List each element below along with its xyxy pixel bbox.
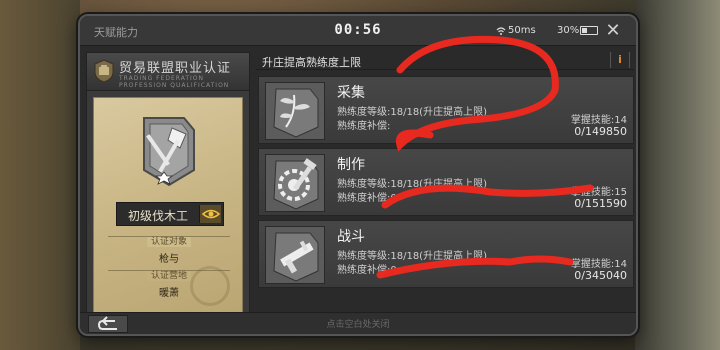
skill-card-crafting[interactable]: 制作 熟练度等级:18/18(升庄提高上限) 熟练度补偿:0 掌握技能:15 0… — [258, 148, 634, 216]
skill-name: 战斗 — [337, 229, 365, 245]
skill-count: 掌握技能:14 — [570, 259, 627, 270]
skill-compensation: 熟练度补偿:0 — [337, 265, 397, 276]
skill-card-combat[interactable]: 战斗 熟练度等级:18/18(升庄提高上限) 熟练度补偿:0 掌握技能:14 0… — [258, 220, 634, 288]
certificate-parchment: 初级伐木工 认证对象 枪与 认证营地 暖萧 — [93, 97, 243, 319]
skill-exp: 0/149850 — [574, 125, 627, 138]
certificate-header: 贸易联盟职业认证 TRADING FEDERATION PROFESSION Q… — [87, 53, 249, 91]
skill-level: 熟练度等级:18/18(升庄提高上限) — [337, 107, 487, 118]
skill-compensation: 熟练度补偿:0 — [337, 193, 397, 204]
skill-name: 采集 — [337, 85, 365, 101]
object-label: 认证对象 — [94, 234, 244, 247]
skills-header: 升庄提高熟练度上限 i — [256, 52, 634, 70]
combat-icon — [265, 226, 325, 284]
talent-window: 天赋能力 00:56 50ms 30% ✕ 贸易联盟职业认证 TRADING F… — [78, 14, 638, 336]
skill-count: 掌握技能:14 — [570, 115, 627, 126]
background-left — [0, 0, 80, 350]
skill-name: 制作 — [337, 157, 365, 173]
close-hint: 点击空白处关闭 — [326, 320, 390, 330]
skill-count: 掌握技能:15 — [570, 187, 627, 198]
skill-level: 熟练度等级:18/18(升庄提高上限) — [337, 179, 487, 190]
skills-panel: 升庄提高熟练度上限 i 采集 熟练度等级:18/18(升庄提高上限) 熟练度补偿… — [256, 52, 634, 322]
wifi-icon — [496, 27, 506, 35]
clock: 00:56 — [334, 22, 382, 38]
info-button[interactable]: i — [610, 52, 630, 68]
background-right — [635, 0, 720, 350]
certificate-title: 贸易联盟职业认证 — [119, 61, 232, 76]
skills-header-text: 升庄提高熟练度上限 — [262, 56, 361, 69]
eye-icon — [201, 209, 221, 219]
network-latency: 50ms — [508, 25, 536, 36]
skill-compensation: 熟练度补偿: — [337, 121, 391, 132]
view-button[interactable] — [199, 205, 221, 223]
skill-exp: 0/345040 — [574, 269, 627, 282]
crafting-icon — [265, 154, 325, 212]
window-footer: 点击空白处关闭 — [80, 312, 636, 334]
object-value: 枪与 — [159, 254, 179, 265]
window-topbar: 天赋能力 00:56 50ms 30% ✕ — [80, 16, 636, 46]
rank-badge: 初级伐木工 — [116, 202, 224, 226]
lumberjack-emblem-icon — [143, 117, 195, 187]
skill-level: 熟练度等级:18/18(升庄提高上限) — [337, 251, 487, 262]
close-button[interactable]: ✕ — [602, 20, 624, 42]
federation-logo-icon — [94, 59, 114, 83]
rank-label: 初级伐木工 — [127, 209, 188, 223]
battery-icon — [580, 26, 598, 35]
watermark-seal — [190, 266, 230, 306]
gathering-icon — [265, 82, 325, 140]
skill-card-gathering[interactable]: 采集 熟练度等级:18/18(升庄提高上限) 熟练度补偿: 掌握技能:14 0/… — [258, 76, 634, 144]
skill-exp: 0/151590 — [574, 197, 627, 210]
certificate-panel: 贸易联盟职业认证 TRADING FEDERATION PROFESSION Q… — [86, 52, 250, 322]
battery-percent: 30% — [557, 25, 580, 36]
certificate-subtitle: TRADING FEDERATION PROFESSION QUALIFICAT… — [119, 75, 230, 89]
